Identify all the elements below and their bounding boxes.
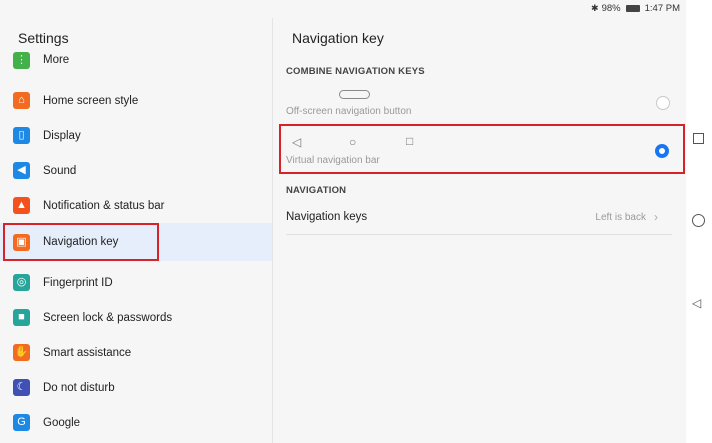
lock-icon: ■ xyxy=(13,309,30,326)
section-header-navigation: NAVIGATION xyxy=(286,185,347,196)
radio-off-screen[interactable] xyxy=(656,96,670,110)
settings-item-fingerprint[interactable]: ◎ Fingerprint ID xyxy=(0,265,272,300)
sound-icon: ◀ xyxy=(13,162,30,179)
status-bar: ✱ 98% 1:47 PM xyxy=(0,0,686,18)
recents-button[interactable] xyxy=(693,133,704,144)
vibrate-icon: ✱ xyxy=(591,3,599,13)
hand-icon: ✋ xyxy=(13,344,30,361)
settings-item-home-screen-style[interactable]: ⌂ Home screen style xyxy=(0,83,272,118)
off-screen-button-icon xyxy=(339,90,370,99)
page-title: Settings xyxy=(18,30,69,46)
settings-item-label: Sound xyxy=(43,164,77,177)
settings-item-label: Home screen style xyxy=(43,94,139,107)
settings-screen: ✱ 98% 1:47 PM Settings ⋮ More ⌂ Home scr… xyxy=(0,0,686,443)
settings-item-notification[interactable]: ▲ Notification & status bar xyxy=(0,188,272,223)
settings-item-sound[interactable]: ◀ Sound xyxy=(0,153,272,188)
navigation-keys-value: Left is back xyxy=(595,212,646,223)
home-button[interactable] xyxy=(692,214,705,227)
settings-item-label: Fingerprint ID xyxy=(43,276,113,289)
bell-icon: ▲ xyxy=(13,197,30,214)
settings-item-do-not-disturb[interactable]: ☾ Do not disturb xyxy=(0,370,272,405)
divider xyxy=(286,234,672,235)
more-icon: ⋮ xyxy=(13,52,30,69)
home-icon: ⌂ xyxy=(13,92,30,109)
option-off-screen-button[interactable]: Off-screen navigation button xyxy=(286,86,672,120)
navigation-key-pane: Navigation key COMBINE NAVIGATION KEYS O… xyxy=(273,18,686,443)
settings-item-label: More xyxy=(43,54,70,66)
settings-item-screen-lock[interactable]: ■ Screen lock & passwords xyxy=(0,300,272,335)
settings-item-display[interactable]: ▯ Display xyxy=(0,118,272,153)
chevron-right-icon: › xyxy=(654,210,658,224)
clock: 1:47 PM xyxy=(644,3,680,14)
section-header-combine: COMBINE NAVIGATION KEYS xyxy=(286,66,425,77)
settings-item-label: Google xyxy=(43,416,81,429)
battery-percent: 98% xyxy=(601,3,621,14)
settings-item-label: Smart assistance xyxy=(43,346,132,359)
option-label: Off-screen navigation button xyxy=(286,106,412,117)
navigation-keys-label: Navigation keys xyxy=(286,211,368,223)
highlight-box xyxy=(279,124,685,174)
settings-item-label: Screen lock & passwords xyxy=(43,311,173,324)
battery-icon xyxy=(625,5,640,12)
google-icon: G xyxy=(13,414,30,431)
settings-item-label: Notification & status bar xyxy=(43,199,165,212)
moon-icon: ☾ xyxy=(13,379,30,396)
back-button[interactable]: ◁ xyxy=(692,296,701,310)
fingerprint-icon: ◎ xyxy=(13,274,30,291)
settings-item-google[interactable]: G Google xyxy=(0,405,272,440)
settings-item-smart-assistance[interactable]: ✋ Smart assistance xyxy=(0,335,272,370)
system-navigation-bar: ◁ xyxy=(686,0,712,443)
detail-title: Navigation key xyxy=(292,30,384,46)
display-icon: ▯ xyxy=(13,127,30,144)
navigation-keys-row[interactable]: Navigation keys Left is back › xyxy=(286,202,672,234)
highlight-box xyxy=(3,223,159,261)
settings-item-label: Do not disturb xyxy=(43,381,115,394)
settings-item-label: Display xyxy=(43,129,81,142)
settings-item-more[interactable]: ⋮ More xyxy=(0,50,272,70)
